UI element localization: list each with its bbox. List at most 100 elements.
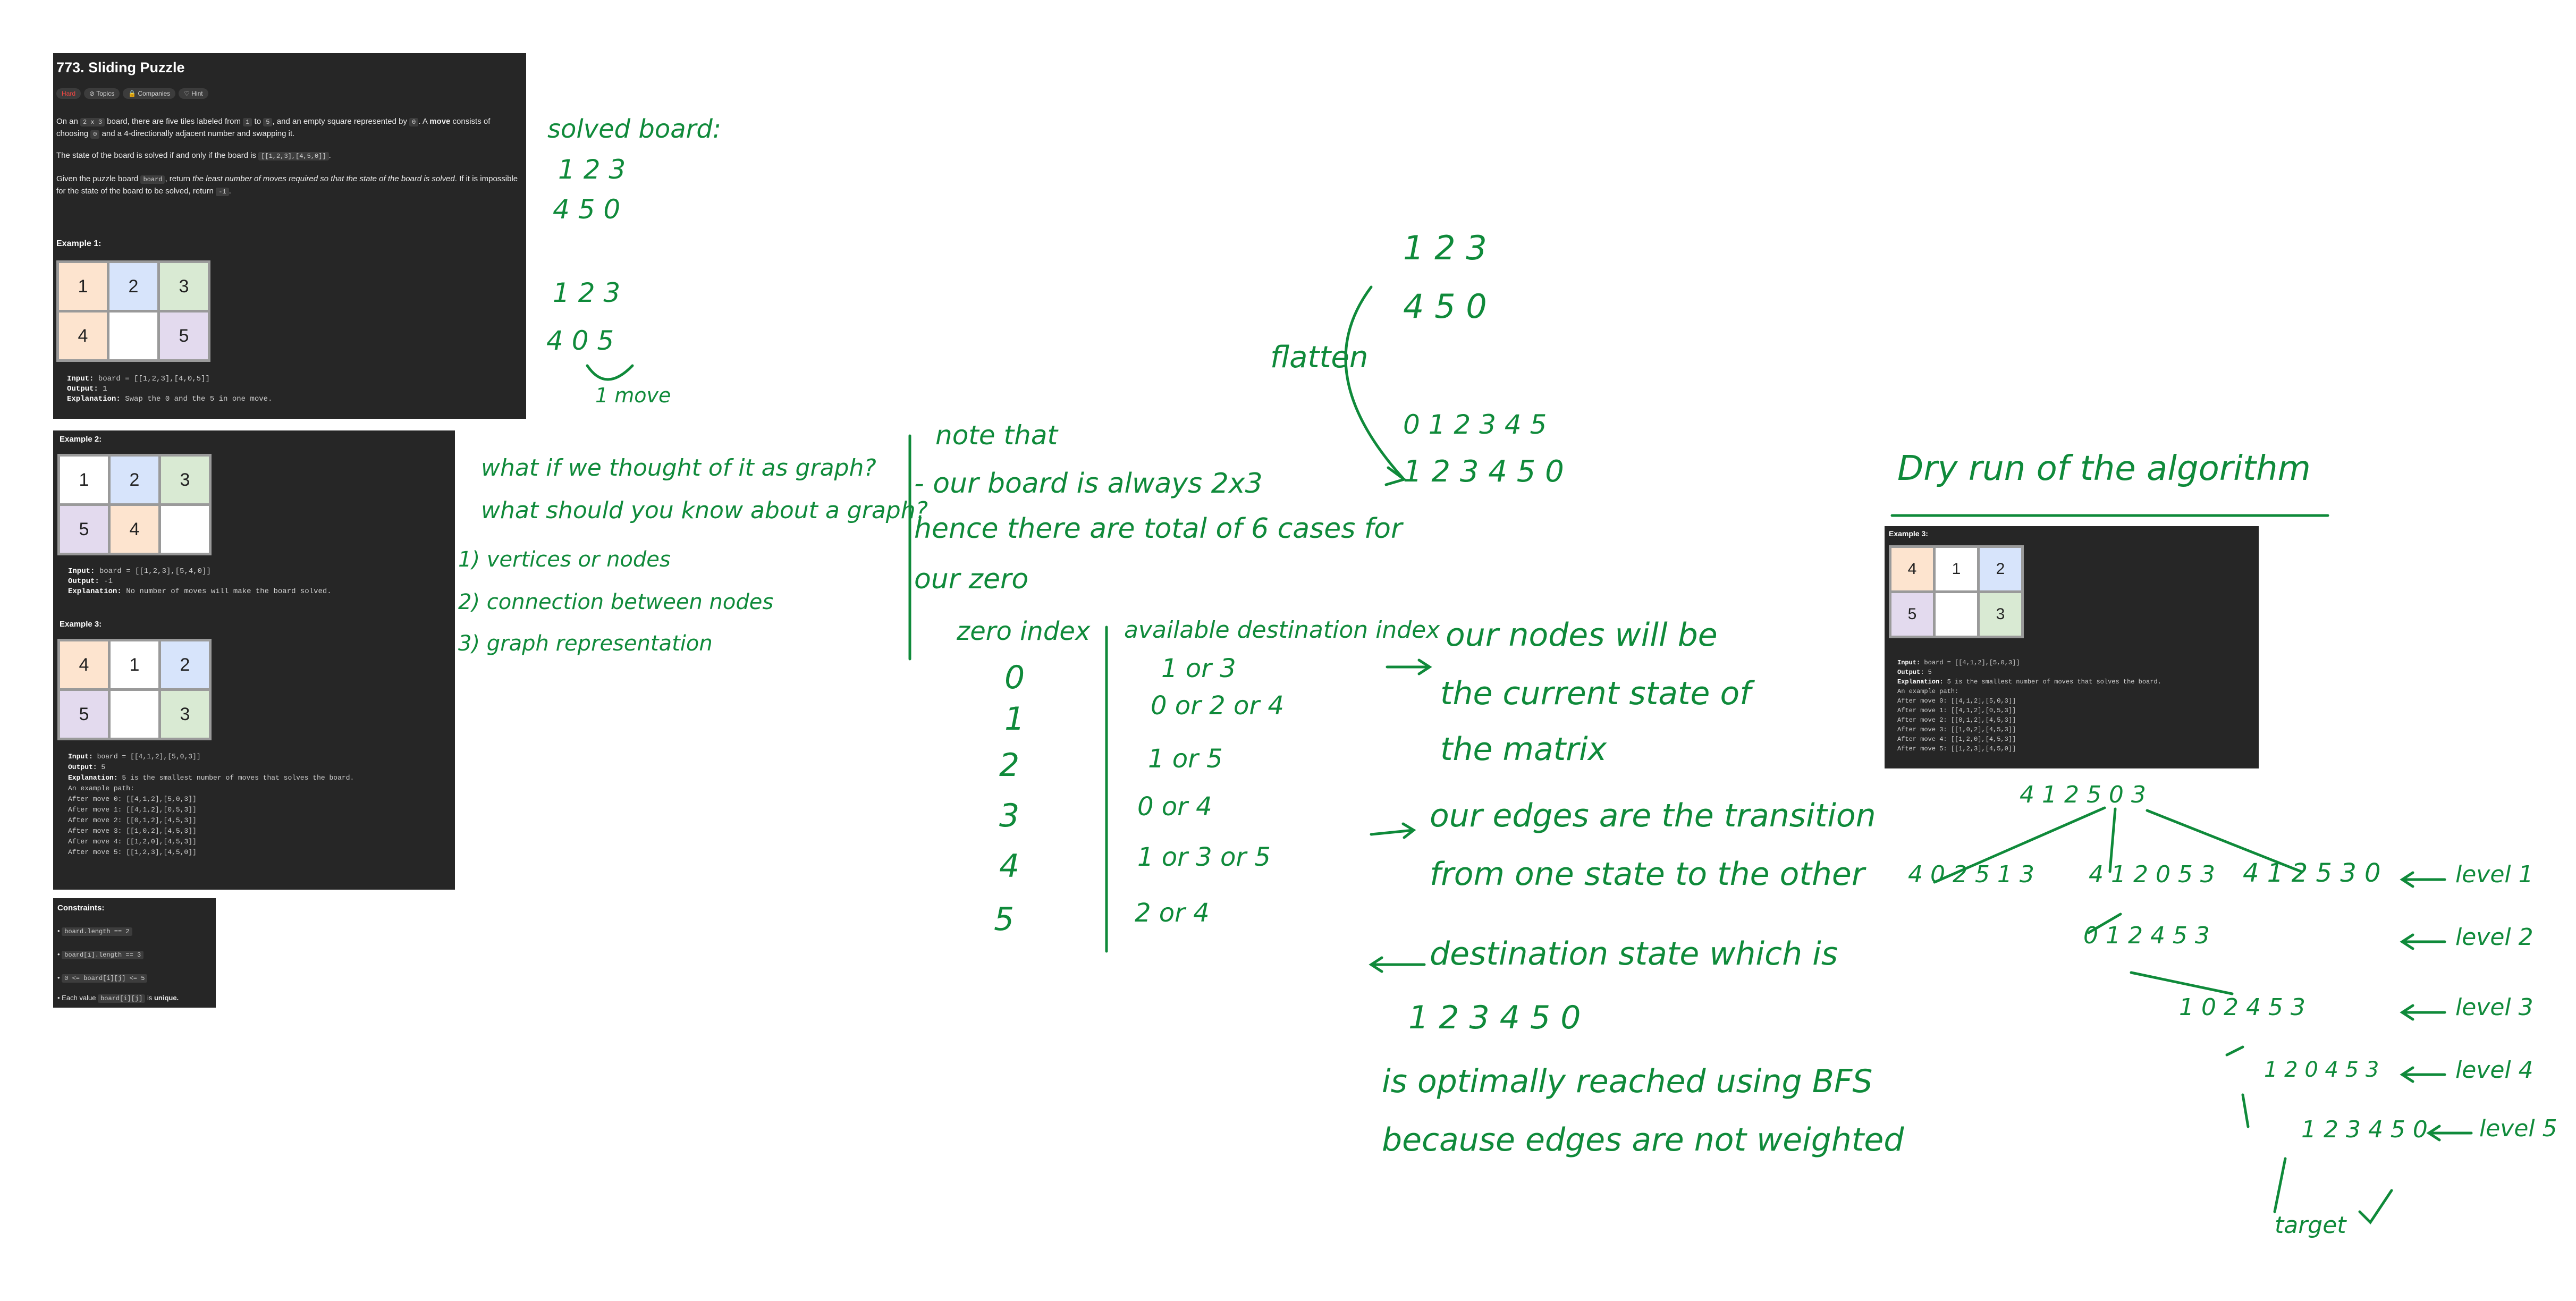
tree-edge-level4 [2225, 1045, 2244, 1057]
constraints-card: Constraints: • board.length == 2 • board… [53, 898, 216, 1008]
tree-level2: 0 1 2 4 5 3 [2083, 922, 2210, 949]
tile: 3 [161, 457, 209, 503]
example1-io: Input: board = [[1,2,3],[4,0,5]] Output:… [67, 375, 273, 403]
tile: 5 [60, 691, 108, 738]
tile: 1 [1936, 548, 1977, 590]
snippet-label: Example 3: [1889, 529, 1928, 538]
problem-paragraph-3: Given the puzzle board board, return the… [56, 174, 518, 196]
zero-index-2: 2 [999, 747, 1020, 784]
tile: 3 [161, 691, 209, 738]
hint-tag[interactable]: ♡ Hint [179, 88, 208, 99]
example1-label: Example 1: [56, 239, 102, 248]
tree-root: 4 1 2 5 0 3 [2020, 781, 2146, 808]
empty-tile [1936, 593, 1977, 636]
note-graph-3: 3) graph representation [458, 631, 713, 656]
level-label-5: level 5 [2479, 1115, 2557, 1142]
note-graph-q1: what if we thought of it as graph? [481, 454, 876, 481]
zero-index-4: 4 [999, 848, 1020, 885]
destination-0: 1 or 3 [1161, 654, 1236, 683]
companies-tag[interactable]: 🔒 Companies [123, 88, 176, 99]
example2-label: Example 2: [60, 435, 102, 444]
tile: 2 [111, 457, 158, 503]
tree-level4: 1 2 0 4 5 3 [2264, 1058, 2379, 1082]
destination-3: 0 or 4 [1137, 792, 1212, 822]
empty-tile [161, 506, 209, 553]
zero-index-header: zero index [957, 616, 1091, 646]
level-label-4: level 4 [2455, 1057, 2533, 1084]
topics-tag[interactable]: ⊘ Topics [84, 88, 120, 99]
nodes-line3: the matrix [1440, 731, 1607, 768]
flatten-indices: 0 1 2 3 4 5 [1403, 409, 1547, 440]
edges-line2: from one state to the other [1430, 856, 1865, 893]
tree-level5: 1 2 3 4 5 0 [2301, 1116, 2428, 1143]
destination-4: 1 or 3 or 5 [1137, 842, 1271, 872]
note-line2: - our board is always 2x3 [914, 468, 1263, 500]
note-graph-1: 1) vertices or nodes [458, 547, 671, 572]
destination-line1: destination state which is [1430, 935, 1838, 973]
level-label-1: level 1 [2455, 861, 2533, 888]
zero-index-0: 0 [1004, 659, 1025, 696]
tile: 4 [1891, 548, 1933, 590]
examples-card: Example 2: 1 2 3 5 4 Input: board = [[1,… [53, 430, 455, 890]
example2-io: Input: board = [[1,2,3],[5,4,0]] Output:… [68, 567, 332, 596]
swap-arrow [586, 364, 634, 381]
checkmark [2358, 1189, 2393, 1224]
problem-paragraph-1: On an 2 x 3 board, there are five tiles … [56, 117, 491, 139]
example3-label: Example 3: [60, 620, 102, 629]
tile: 4 [111, 506, 158, 553]
note-example1-row1: 1 2 3 [553, 277, 621, 308]
note-graph-2: 2) connection between nodes [458, 590, 774, 614]
example3-board: 4 1 2 5 3 [57, 639, 212, 740]
destination-1: 0 or 2 or 4 [1151, 691, 1284, 721]
problem-paragraph-2: The state of the board is solved if and … [56, 151, 331, 160]
level-label-2: level 2 [2455, 924, 2533, 951]
destination-line2: 1 2 3 4 5 0 [1408, 999, 1581, 1036]
problem-card: 773. Sliding Puzzle Hard ⊘ Topics 🔒 Compan… [53, 53, 526, 419]
dry-run-snippet-card: Example 3: 4 1 2 5 3 Input: board = [[4,… [1885, 526, 2259, 768]
tile: 2 [1980, 548, 2021, 590]
note-solved-row2: 4 5 0 [553, 194, 621, 225]
tile: 2 [161, 641, 209, 688]
edges-line1: our edges are the transition [1430, 797, 1876, 834]
snippet-board: 4 1 2 5 3 [1889, 545, 2024, 638]
destination-line4: because edges are not weighted [1382, 1121, 1904, 1159]
flatten-row2: 4 5 0 [1403, 287, 1487, 326]
tile: 1 [60, 457, 108, 503]
tile: 3 [160, 263, 208, 310]
note-line4: our zero [914, 563, 1029, 595]
constraint-item: • Each value board[i][j] is unique. [57, 994, 179, 1003]
zero-index-1: 1 [1004, 700, 1025, 738]
tile: 1 [111, 641, 158, 688]
level-label-3: level 3 [2455, 994, 2533, 1021]
difficulty-badge: Hard [56, 88, 81, 99]
dry-run-title: Dry run of the algorithm [1897, 449, 2311, 488]
tree-level1-a: 4 0 2 5 1 3 [1908, 861, 2034, 888]
tile: 1 [59, 263, 107, 310]
note-solved-row1: 1 2 3 [558, 154, 626, 185]
flatten-values: 1 2 3 4 5 0 [1403, 454, 1564, 489]
note-line3: hence there are total of 6 cases for [914, 513, 1403, 545]
problem-title: 773. Sliding Puzzle [56, 60, 185, 75]
note-graph-q2: what should you know about a graph? [481, 497, 928, 524]
tree-level3: 1 0 2 4 5 3 [2179, 994, 2305, 1021]
constraint-item: • board[i].length == 3 [57, 950, 144, 959]
destination-5: 2 or 4 [1135, 898, 1210, 928]
flatten-arrow [1344, 285, 1405, 480]
destination-line3: is optimally reached using BFS [1382, 1063, 1873, 1100]
tile: 4 [60, 641, 108, 688]
tree-level1-b: 4 1 2 0 5 3 [2089, 861, 2215, 888]
nodes-line2: the current state of [1440, 675, 1751, 712]
tile: 5 [160, 312, 208, 359]
note-line1: note that [935, 420, 1058, 451]
tile: 3 [1980, 593, 2021, 636]
tag-row: Hard ⊘ Topics 🔒 Companies ♡ Hint [56, 88, 212, 99]
note-solved-title: solved board: [547, 114, 721, 144]
zero-index-5: 5 [994, 901, 1015, 938]
tree-edge-level5 [2241, 1093, 2250, 1128]
target-arrow [2273, 1157, 2287, 1213]
edges-arrow [1370, 822, 1416, 839]
empty-tile [111, 691, 158, 738]
note-example1-row2: 4 0 5 [546, 325, 614, 356]
destination-header: available destination index [1124, 616, 1440, 644]
destination-arrow [1369, 956, 1426, 973]
